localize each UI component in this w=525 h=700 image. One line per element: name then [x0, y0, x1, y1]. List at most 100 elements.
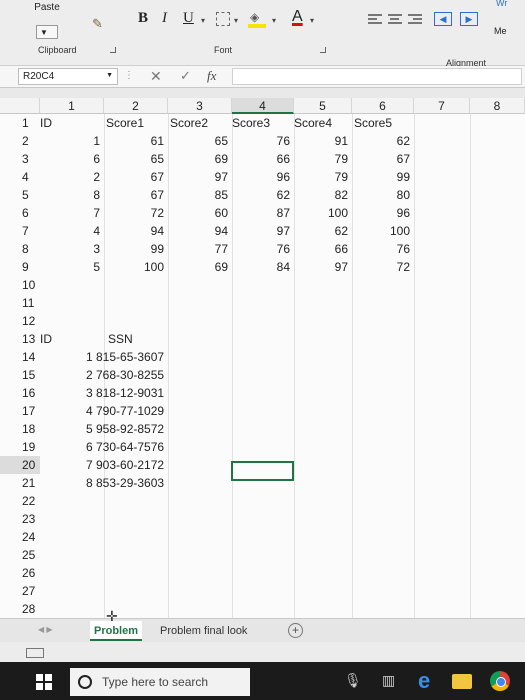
cell[interactable]: 69	[188, 258, 228, 276]
column-header[interactable]: 5	[294, 98, 352, 114]
cell[interactable]: 65	[124, 150, 164, 168]
cell[interactable]: 96	[250, 168, 290, 186]
name-box-dropdown-icon[interactable]: ▼	[106, 72, 113, 79]
cell[interactable]: 6 730-64-7576	[86, 438, 164, 456]
row-header[interactable]: 19	[0, 438, 40, 456]
cell[interactable]: 79	[308, 150, 348, 168]
row-header[interactable]: 26	[0, 564, 40, 582]
microphone-icon[interactable]: 🎙	[344, 672, 362, 689]
cell[interactable]: 80	[370, 186, 410, 204]
cell[interactable]: 3 818-12-9031	[86, 384, 164, 402]
task-view-icon[interactable]: ▥	[382, 672, 395, 689]
italic-button[interactable]: I	[162, 10, 167, 27]
row-header[interactable]: 2	[0, 132, 40, 150]
row-header[interactable]: 18	[0, 420, 40, 438]
row-header[interactable]: 16	[0, 384, 40, 402]
insert-function-icon[interactable]: fx	[207, 68, 216, 84]
borders-icon[interactable]	[216, 12, 230, 26]
cell[interactable]: Score4	[294, 114, 332, 132]
row-header[interactable]: 9	[0, 258, 40, 276]
edge-browser-icon[interactable]: e	[418, 668, 430, 694]
cell[interactable]: 67	[370, 150, 410, 168]
cell[interactable]: 99	[124, 240, 164, 258]
cell[interactable]: 67	[124, 168, 164, 186]
align-center-icon[interactable]	[388, 14, 402, 26]
cell[interactable]: 5	[60, 258, 100, 276]
column-header[interactable]: 3	[168, 98, 232, 114]
row-header[interactable]: 5	[0, 186, 40, 204]
cell[interactable]: 62	[308, 222, 348, 240]
cell[interactable]: 100	[370, 222, 410, 240]
cancel-icon[interactable]: ✕	[150, 68, 162, 85]
chrome-browser-icon[interactable]	[490, 671, 510, 691]
bold-button[interactable]: B	[138, 10, 148, 27]
taskbar-search-box[interactable]: Type here to search	[70, 668, 250, 696]
column-header[interactable]: 8	[470, 98, 525, 114]
cell[interactable]: ID	[40, 330, 52, 348]
wrap-text-button[interactable]: Wr	[496, 0, 507, 8]
more-options-icon[interactable]: ⋮	[124, 70, 134, 81]
column-header[interactable]: 4	[232, 98, 294, 114]
column-header[interactable]: 2	[104, 98, 168, 114]
fill-color-icon[interactable]: ◈	[248, 10, 266, 28]
active-cell-selection[interactable]	[231, 461, 294, 481]
cell[interactable]: 1	[60, 132, 100, 150]
cell[interactable]: 62	[370, 132, 410, 150]
cell[interactable]: 5 958-92-8572	[86, 420, 164, 438]
paste-dropdown-icon[interactable]: ▼	[40, 28, 48, 37]
formula-input[interactable]	[232, 68, 522, 85]
row-header[interactable]: 25	[0, 546, 40, 564]
cell[interactable]: Score2	[170, 114, 208, 132]
row-header[interactable]: 7	[0, 222, 40, 240]
cell[interactable]: 8	[60, 186, 100, 204]
row-header[interactable]: 20	[0, 456, 40, 474]
select-all-corner[interactable]	[0, 98, 40, 114]
cell[interactable]: 69	[188, 150, 228, 168]
underline-dropdown-icon[interactable]: ▾	[201, 16, 205, 25]
row-header[interactable]: 13	[0, 330, 40, 348]
cell[interactable]: 97	[188, 168, 228, 186]
row-header[interactable]: 27	[0, 582, 40, 600]
align-left-icon[interactable]	[368, 14, 382, 26]
increase-indent-icon[interactable]: ▶	[460, 12, 478, 26]
cell[interactable]: 7	[60, 204, 100, 222]
cell[interactable]: 72	[370, 258, 410, 276]
cell[interactable]: 100	[308, 204, 348, 222]
tab-problem-final-look[interactable]: Problem final look	[156, 621, 251, 641]
column-header[interactable]: 1	[40, 98, 104, 114]
cell[interactable]: 82	[308, 186, 348, 204]
cell[interactable]: Score3	[232, 114, 270, 132]
cell[interactable]: Score5	[354, 114, 392, 132]
row-header[interactable]: 11	[0, 294, 40, 312]
cell[interactable]: 6	[60, 150, 100, 168]
cell[interactable]: 91	[308, 132, 348, 150]
cell[interactable]: 94	[188, 222, 228, 240]
cell[interactable]: 7 903-60-2172	[86, 456, 164, 474]
cell[interactable]: 100	[124, 258, 164, 276]
row-header[interactable]: 6	[0, 204, 40, 222]
row-header[interactable]: 23	[0, 510, 40, 528]
cell[interactable]: 60	[188, 204, 228, 222]
borders-dropdown-icon[interactable]: ▾	[234, 16, 238, 25]
cell[interactable]: 76	[250, 132, 290, 150]
row-header[interactable]: 1	[0, 114, 40, 132]
decrease-indent-icon[interactable]: ◀	[434, 12, 452, 26]
row-header[interactable]: 21	[0, 474, 40, 492]
cell[interactable]: Score1	[106, 114, 144, 132]
merge-button[interactable]: Me	[494, 26, 507, 36]
cell[interactable]: 72	[124, 204, 164, 222]
cell[interactable]: 84	[250, 258, 290, 276]
row-header[interactable]: 15	[0, 366, 40, 384]
column-header[interactable]: 7	[414, 98, 470, 114]
cell[interactable]: 96	[370, 204, 410, 222]
cell[interactable]: 97	[250, 222, 290, 240]
cell[interactable]: 4	[60, 222, 100, 240]
cell[interactable]: 3	[60, 240, 100, 258]
cell[interactable]: 2	[60, 168, 100, 186]
cell[interactable]: 99	[370, 168, 410, 186]
cell[interactable]: 66	[308, 240, 348, 258]
row-header[interactable]: 3	[0, 150, 40, 168]
cell[interactable]: 85	[188, 186, 228, 204]
cell[interactable]: 66	[250, 150, 290, 168]
cell[interactable]: SSN	[108, 330, 133, 348]
